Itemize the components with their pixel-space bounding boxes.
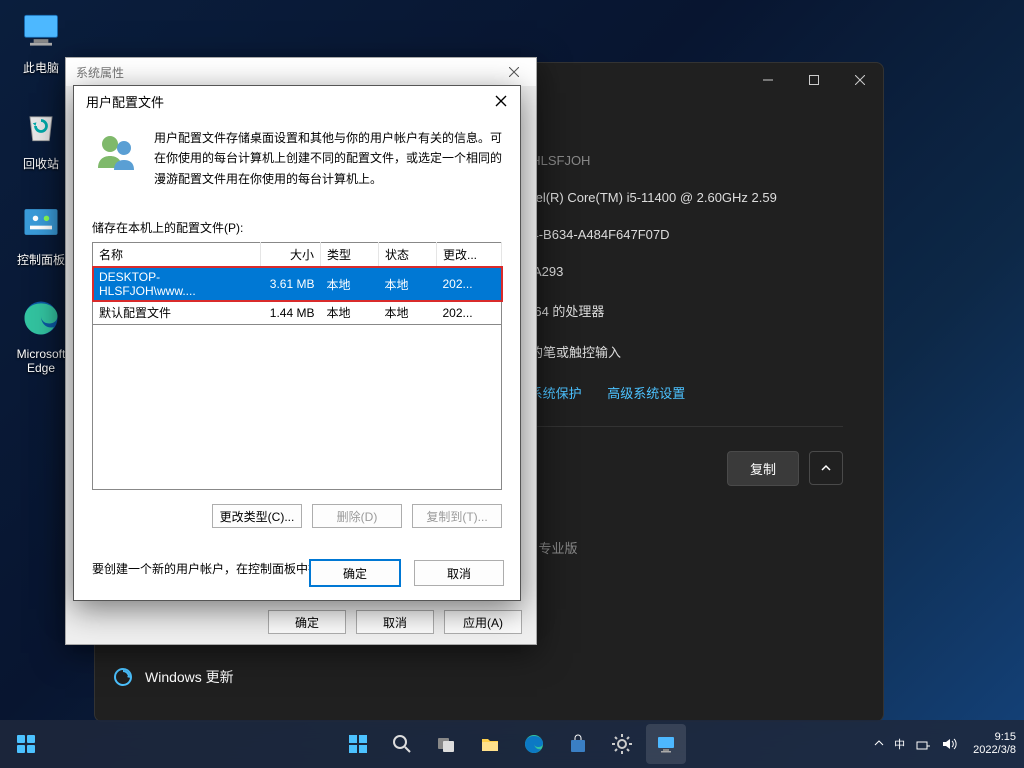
close-button[interactable]: [837, 64, 883, 96]
link-sysprotect[interactable]: 系统保护: [530, 386, 582, 401]
ok-button[interactable]: 确定: [310, 560, 400, 586]
table-row[interactable]: DESKTOP-HLSFJOH\www.... 3.61 MB 本地 本地 20…: [93, 267, 502, 302]
update-icon: [113, 667, 133, 687]
delete-button[interactable]: 删除(D): [312, 504, 402, 528]
search-button[interactable]: [382, 724, 422, 764]
col-state[interactable]: 状态: [379, 243, 437, 267]
cancel-button[interactable]: 取消: [356, 610, 434, 634]
col-type[interactable]: 类型: [321, 243, 379, 267]
recycle-icon: [19, 104, 63, 148]
widgets-button[interactable]: [6, 724, 46, 764]
settings-button[interactable]: [602, 724, 642, 764]
ok-button[interactable]: 确定: [268, 610, 346, 634]
users-icon: [92, 128, 140, 176]
widgets-icon: [15, 733, 37, 755]
explorer-button[interactable]: [470, 724, 510, 764]
control-panel-icon: [19, 200, 63, 244]
profiles-table[interactable]: 名称 大小 类型 状态 更改... DESKTOP-HLSFJOH\www...…: [92, 242, 502, 325]
network-icon[interactable]: [915, 736, 931, 752]
table-row[interactable]: 默认配置文件 1.44 MB 本地 本地 202...: [93, 301, 502, 325]
intro-text: 用户配置文件存储桌面设置和其他与你的用户帐户有关的信息。可在你使用的每台计算机上…: [154, 128, 502, 189]
user-profiles-dialog: 用户配置文件 用户配置文件存储桌面设置和其他与你的用户帐户有关的信息。可在你使用…: [73, 85, 521, 601]
ime-indicator[interactable]: 中: [894, 736, 905, 752]
dialog-title: 系统属性: [76, 64, 124, 81]
col-name[interactable]: 名称: [93, 243, 261, 267]
link-advanced[interactable]: 高级系统设置: [607, 386, 685, 401]
taskbar: 中 9:15 2022/3/8: [0, 720, 1024, 768]
sidebar-item-update[interactable]: Windows 更新: [113, 667, 234, 687]
start-button[interactable]: [338, 724, 378, 764]
cancel-button[interactable]: 取消: [414, 560, 504, 586]
windows-icon: [346, 732, 370, 756]
search-icon: [391, 733, 413, 755]
edge-button[interactable]: [514, 724, 554, 764]
close-button[interactable]: [486, 87, 516, 115]
col-mod[interactable]: 更改...: [437, 243, 502, 267]
pc-icon: [19, 8, 63, 52]
expand-button[interactable]: [809, 451, 843, 485]
dialog-title: 用户配置文件: [86, 92, 164, 111]
apply-button[interactable]: 应用(A): [444, 610, 522, 634]
sysprops-task[interactable]: [646, 724, 686, 764]
taskview-icon: [435, 733, 457, 755]
folder-icon: [479, 733, 501, 755]
change-type-button[interactable]: 更改类型(C)...: [212, 504, 302, 528]
minimize-button[interactable]: [745, 64, 791, 96]
chevron-up-icon: [874, 738, 884, 748]
edge-icon: [19, 296, 63, 340]
stored-label: 储存在本机上的配置文件(P):: [92, 219, 502, 236]
tray-chevron[interactable]: [874, 738, 884, 751]
store-button[interactable]: [558, 724, 598, 764]
volume-icon[interactable]: [941, 736, 957, 752]
close-button[interactable]: [494, 59, 534, 85]
maximize-button[interactable]: [791, 64, 837, 96]
col-size[interactable]: 大小: [261, 243, 321, 267]
copyto-button[interactable]: 复制到(T)...: [412, 504, 502, 528]
taskview-button[interactable]: [426, 724, 466, 764]
clock[interactable]: 9:15 2022/3/8: [973, 731, 1016, 757]
edge-icon: [523, 733, 545, 755]
gear-icon: [611, 733, 633, 755]
monitor-icon: [655, 733, 677, 755]
store-icon: [567, 733, 589, 755]
copy-button[interactable]: 复制: [727, 451, 799, 486]
